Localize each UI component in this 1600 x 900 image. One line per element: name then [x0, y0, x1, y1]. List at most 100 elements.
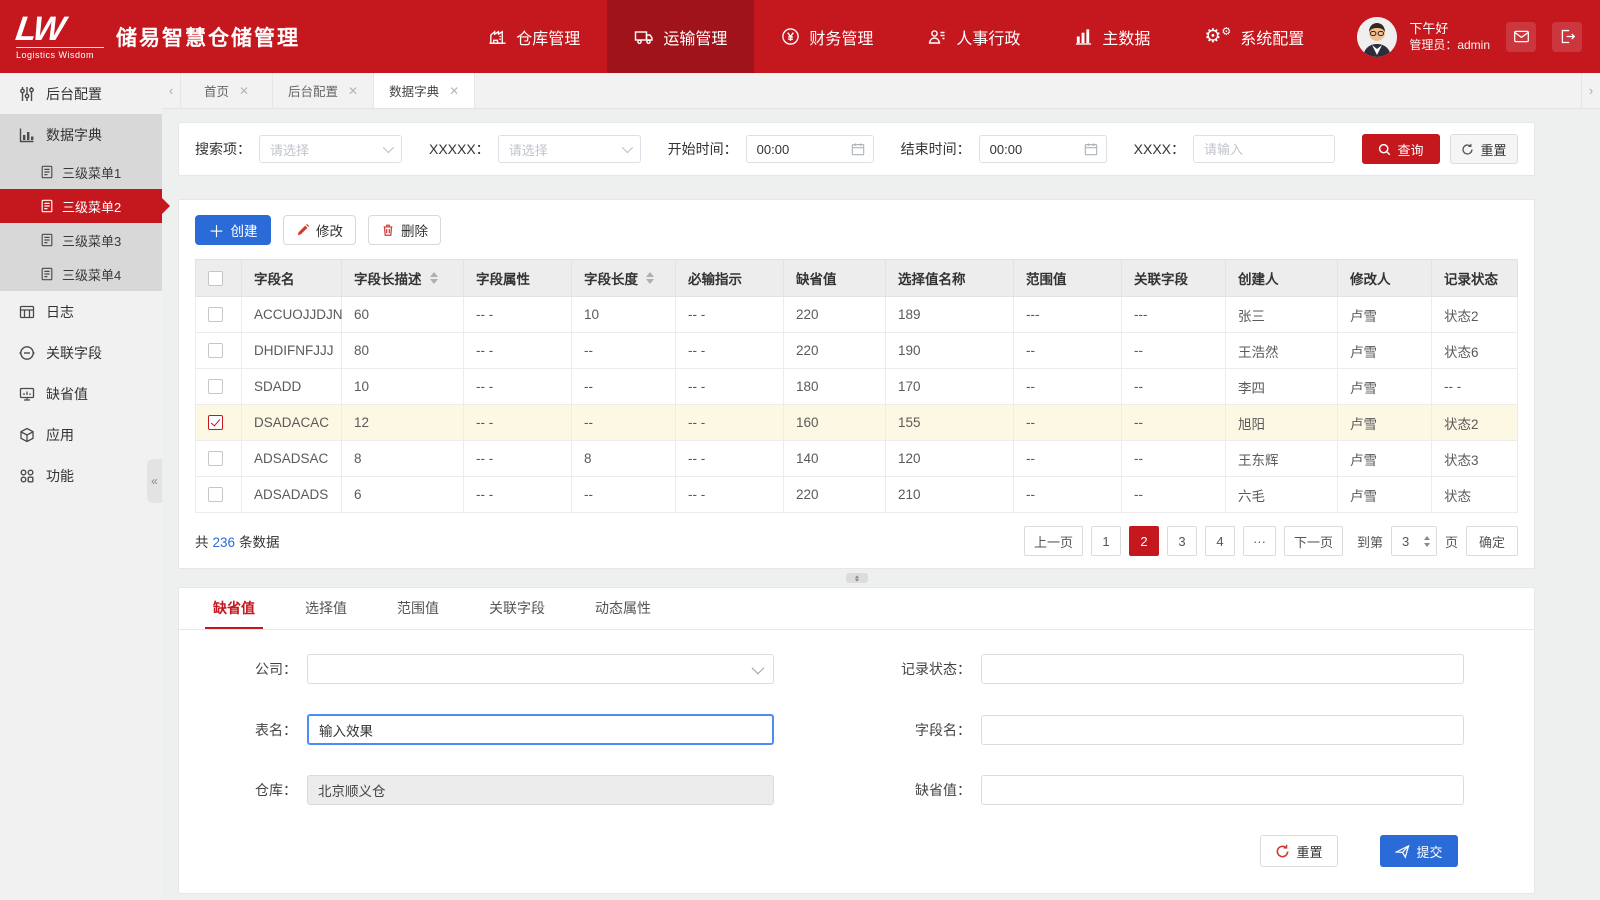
page-button[interactable]: 3 — [1167, 526, 1197, 556]
table-cell: -- - — [464, 297, 572, 333]
table-cell: -- - — [676, 333, 784, 369]
table-cell: -- — [1014, 441, 1122, 477]
select-all-checkbox[interactable] — [208, 271, 223, 286]
time-value: 00:00 — [757, 142, 790, 157]
table-row[interactable]: ADSADADS6-- ----- -220210----六毛卢雪状态 — [196, 477, 1518, 513]
company-select[interactable] — [307, 654, 774, 684]
page-button[interactable]: 2 — [1129, 526, 1159, 556]
filter-reset-button[interactable]: 重置 — [1450, 134, 1518, 164]
sidebar-collapse-handle[interactable]: « — [147, 459, 162, 503]
field-name-input[interactable] — [981, 715, 1464, 745]
nav-item-master-data[interactable]: 主数据 — [1047, 0, 1177, 73]
avatar[interactable] — [1357, 17, 1397, 57]
tab-home[interactable]: 首页✕ — [181, 73, 273, 108]
sidebar-item-related-fields[interactable]: 关联字段 — [0, 332, 162, 373]
sidebar-item-applications[interactable]: 应用 — [0, 414, 162, 455]
end-time-input[interactable]: 00:00 — [979, 135, 1107, 163]
nav-item-hr[interactable]: 人事行政 — [900, 0, 1047, 73]
table-cell: 8 — [572, 441, 676, 477]
goto-confirm-button[interactable]: 确定 — [1466, 526, 1518, 556]
stepper-icons[interactable] — [1424, 536, 1430, 547]
sort-icon[interactable] — [646, 272, 654, 284]
tab-backend-config[interactable]: 后台配置✕ — [273, 73, 374, 108]
row-checkbox[interactable] — [208, 415, 223, 430]
sidebar-item-default-values[interactable]: 缺省值 — [0, 373, 162, 414]
row-checkbox[interactable] — [208, 307, 223, 322]
nav-item-system-config[interactable]: ⚙⚙ 系统配置 — [1177, 0, 1331, 73]
table-cell: 8 — [342, 441, 464, 477]
nav-item-transport[interactable]: 运输管理 — [607, 0, 754, 73]
start-time-input[interactable]: 00:00 — [746, 135, 874, 163]
main-area: ‹ 首页✕ 后台配置✕ 数据字典✕ › 搜索项： 请选择 — [162, 73, 1600, 900]
default-value-input[interactable] — [981, 775, 1464, 805]
finance-icon — [781, 27, 800, 46]
form-submit-button[interactable]: 提交 — [1380, 835, 1458, 867]
tabs-scroll-right-icon[interactable]: › — [1581, 73, 1600, 108]
row-checkbox[interactable] — [208, 487, 223, 502]
xxxxx-select[interactable]: 请选择 — [498, 135, 641, 163]
table-row[interactable]: SDADD10-- ----- -180170----李四卢雪-- - — [196, 369, 1518, 405]
mail-button[interactable] — [1506, 22, 1536, 52]
detail-tab-dynamic-attr[interactable]: 动态属性 — [587, 588, 659, 629]
sidebar-item-submenu-3[interactable]: 三级菜单3 — [0, 223, 162, 257]
filter-end-time: 结束时间： 00:00 — [901, 135, 1107, 163]
create-button[interactable]: ＋ 创建 — [195, 215, 271, 245]
table-row[interactable]: ADSADSAC8-- -8-- -140120----王东辉卢雪状态3 — [196, 441, 1518, 477]
grid-icon — [19, 304, 35, 320]
close-icon[interactable]: ✕ — [449, 84, 459, 98]
logout-button[interactable] — [1552, 22, 1582, 52]
refresh-icon — [1275, 844, 1290, 859]
filter-label: XXXX： — [1134, 139, 1185, 159]
page-button[interactable]: 1 — [1091, 526, 1121, 556]
tabs-scroll-left-icon[interactable]: ‹ — [162, 73, 181, 108]
detail-tab-range-value[interactable]: 范围值 — [389, 588, 447, 629]
column-header[interactable]: 字段长度 — [572, 260, 676, 297]
table-name-input[interactable] — [307, 714, 774, 745]
sidebar-item-submenu-4[interactable]: 三级菜单4 — [0, 257, 162, 291]
close-icon[interactable]: ✕ — [239, 84, 249, 98]
page-button[interactable]: 4 — [1205, 526, 1235, 556]
pencil-icon — [296, 223, 310, 237]
row-checkbox[interactable] — [208, 451, 223, 466]
resize-handle[interactable] — [846, 573, 868, 583]
sidebar-item-submenu-2[interactable]: 三级菜单2 — [0, 189, 162, 223]
nav-label: 系统配置 — [1240, 25, 1304, 49]
next-page-button[interactable]: 下一页 — [1284, 526, 1343, 556]
xxxx-input[interactable] — [1193, 135, 1335, 163]
search-item-select[interactable]: 请选择 — [259, 135, 402, 163]
close-icon[interactable]: ✕ — [348, 84, 358, 98]
detail-tab-select-value[interactable]: 选择值 — [297, 588, 355, 629]
table-cell: -- - — [464, 477, 572, 513]
delete-button[interactable]: 删除 — [368, 215, 441, 245]
row-checkbox[interactable] — [208, 379, 223, 394]
column-header[interactable]: 字段长描述 — [342, 260, 464, 297]
record-status-input[interactable] — [981, 654, 1464, 684]
chevron-down-icon — [752, 661, 765, 674]
detail-tab-related-field[interactable]: 关联字段 — [481, 588, 553, 629]
sidebar-item-label: 关联字段 — [46, 343, 102, 363]
form-reset-button[interactable]: 重置 — [1260, 835, 1338, 867]
row-checkbox[interactable] — [208, 343, 223, 358]
table-cell: -- - — [676, 405, 784, 441]
form-actions: 重置 提交 — [179, 835, 1534, 867]
table-row[interactable]: ACCUOJJDJN60-- -10-- -220189------张三卢雪状态… — [196, 297, 1518, 333]
table-row[interactable]: DHDIFNFJJJ80-- ----- -220190----王浩然卢雪状态6 — [196, 333, 1518, 369]
query-button[interactable]: 查询 — [1362, 134, 1440, 164]
sidebar-item-backend-config[interactable]: 后台配置 — [0, 73, 162, 114]
tab-data-dictionary[interactable]: 数据字典✕ — [374, 73, 475, 108]
prev-page-button[interactable]: 上一页 — [1024, 526, 1083, 556]
page-ellipsis[interactable]: ··· — [1243, 526, 1276, 556]
table-row[interactable]: DSADACAC12-- ----- -160155----旭阳卢雪状态2 — [196, 405, 1518, 441]
nav-item-warehouse[interactable]: 仓库管理 — [461, 0, 607, 73]
modify-button[interactable]: 修改 — [283, 215, 356, 245]
page-buttons: 1234 ··· — [1091, 526, 1276, 556]
table-cell: 180 — [784, 369, 886, 405]
sidebar-item-data-dictionary[interactable]: 数据字典 — [0, 114, 162, 155]
sidebar-item-submenu-1[interactable]: 三级菜单1 — [0, 155, 162, 189]
sidebar-item-functions[interactable]: 功能 — [0, 455, 162, 496]
sort-icon[interactable] — [430, 272, 438, 284]
goto-page-input[interactable]: 3 — [1391, 526, 1437, 556]
detail-tab-default-value[interactable]: 缺省值 — [205, 588, 263, 629]
sidebar-item-logs[interactable]: 日志 — [0, 291, 162, 332]
nav-item-finance[interactable]: 财务管理 — [754, 0, 900, 73]
